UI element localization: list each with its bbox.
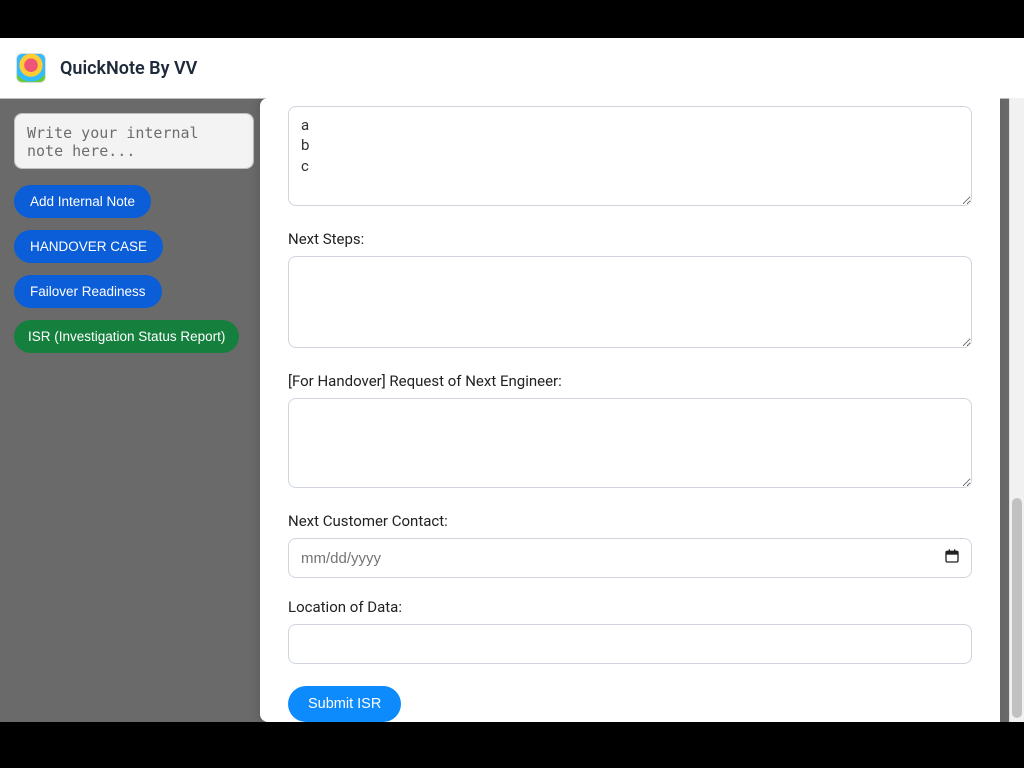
app-title: QuickNote By VV [60, 58, 197, 79]
app-bar: QuickNote By VV [0, 38, 1024, 98]
isr-button[interactable]: ISR (Investigation Status Report) [14, 320, 239, 353]
location-of-data-input[interactable] [288, 624, 972, 664]
handover-case-button[interactable]: HANDOVER CASE [14, 230, 163, 263]
isr-previous-textarea[interactable] [288, 106, 972, 206]
submit-isr-button[interactable]: Submit ISR [288, 686, 401, 722]
internal-note-input[interactable] [14, 113, 254, 169]
failover-readiness-button[interactable]: Failover Readiness [14, 275, 162, 308]
next-customer-contact-field [288, 538, 972, 578]
handover-request-textarea[interactable] [288, 398, 972, 488]
letterbox-top [0, 0, 1024, 38]
next-customer-contact-label: Next Customer Contact: [288, 512, 972, 530]
isr-form-panel: Next Steps: [For Handover] Request of Ne… [260, 98, 1000, 722]
handover-request-label: [For Handover] Request of Next Engineer: [288, 372, 972, 390]
app-logo-icon [16, 53, 46, 83]
scrollbar-thumb[interactable] [1012, 498, 1022, 718]
left-column: Add Internal Note HANDOVER CASE Failover… [14, 113, 254, 353]
app-viewport: QuickNote By VV Add Internal Note HANDOV… [0, 38, 1024, 722]
vertical-scrollbar[interactable] [1009, 98, 1024, 722]
next-steps-textarea[interactable] [288, 256, 972, 348]
main-canvas: Add Internal Note HANDOVER CASE Failover… [0, 98, 1024, 722]
next-customer-contact-input[interactable] [288, 538, 972, 578]
next-steps-label: Next Steps: [288, 230, 972, 248]
letterbox-bottom [0, 722, 1024, 768]
add-internal-note-button[interactable]: Add Internal Note [14, 185, 151, 218]
location-of-data-label: Location of Data: [288, 598, 972, 616]
left-button-stack: Add Internal Note HANDOVER CASE Failover… [14, 185, 254, 353]
